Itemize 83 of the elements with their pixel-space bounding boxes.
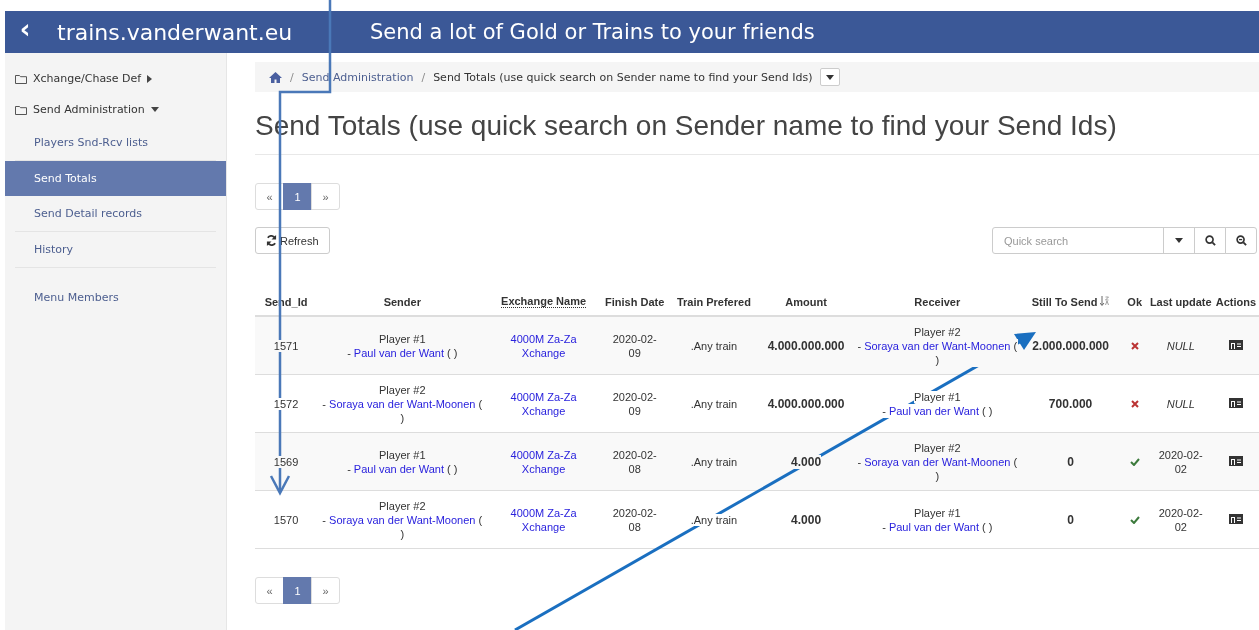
page-button[interactable]: «	[255, 577, 284, 604]
table-cell: 700.000	[1048, 396, 1093, 411]
player-name: - Soraya van der Want-Moonen ( )	[856, 338, 1019, 367]
table-cell: 4.000	[791, 454, 822, 469]
player-label: Player #2	[914, 441, 961, 454]
table-cell: 1571	[273, 339, 299, 352]
column-header[interactable]: Still To Send	[1031, 296, 1110, 308]
table-cell: 2.000.000.000	[1032, 338, 1109, 353]
caret-down-icon	[1175, 238, 1183, 243]
id-card-icon[interactable]	[1228, 513, 1243, 524]
sidebar-item[interactable]: Send Detail records	[15, 196, 216, 232]
caret-down-icon	[826, 74, 835, 80]
table-cell-text: 2020-02-02	[1157, 505, 1204, 534]
table-cell: .Any train	[690, 455, 738, 468]
sidebar-item[interactable]: Menu Members	[15, 280, 216, 315]
player-link[interactable]: Soraya van der Want-Moonen	[864, 339, 1011, 352]
page-button[interactable]: 1	[283, 577, 312, 604]
table-cell: 1572	[273, 397, 299, 410]
folder-icon	[15, 73, 27, 84]
table-cell: 0	[1067, 454, 1074, 469]
table-cell: 1569	[273, 455, 299, 468]
search-field[interactable]: Quick search	[992, 227, 1164, 254]
sidebar-item[interactable]: Xchange/Chase Def	[5, 63, 226, 94]
dropdown-button[interactable]	[820, 68, 841, 86]
table-cell: 4.000.000.000	[767, 338, 845, 353]
refresh-icon	[266, 235, 277, 246]
folder-icon	[15, 104, 27, 115]
table-cell: 1570	[273, 513, 299, 526]
table-cell: .Any train	[690, 339, 738, 352]
sidebar-item[interactable]: Send Totals	[5, 161, 226, 196]
breadcrumb-link[interactable]: Send Administration	[301, 70, 414, 84]
column-header[interactable]: Ok	[1127, 296, 1142, 308]
sidebar-item[interactable]: Send Administration	[5, 94, 226, 125]
column-header[interactable]: Sender	[383, 296, 421, 308]
site-title: trains.vanderwant.eu	[57, 19, 294, 45]
id-card-icon[interactable]	[1228, 397, 1243, 408]
search-icon	[1204, 235, 1216, 246]
page-button[interactable]: »	[311, 183, 340, 210]
player-label: Player #2	[379, 499, 426, 512]
player-link[interactable]: Soraya van der Want-Moonen	[864, 455, 1011, 468]
table-cell: 4.000	[791, 512, 822, 527]
player-link[interactable]: Soraya van der Want-Moonen	[329, 513, 476, 526]
tagline: Send a lot of Gold or Trains to your friends	[370, 20, 815, 44]
breadcrumb-current: Send Totals (use quick search on Sender name to find your Send Ids)	[433, 70, 813, 84]
column-header[interactable]: Amount	[785, 296, 827, 308]
table-cell: 4.000.000.000	[767, 396, 845, 411]
table-cell: NULL	[1166, 397, 1195, 410]
id-card-icon[interactable]	[1228, 339, 1243, 350]
player-link[interactable]: Paul van der Want	[888, 404, 979, 417]
player-link[interactable]: Paul van der Want	[353, 346, 444, 359]
table-cell-text: 2020-02-02	[1157, 447, 1204, 476]
player-label: Player #1	[379, 332, 426, 345]
page-button[interactable]: 1	[283, 183, 312, 210]
column-header[interactable]: Last update	[1149, 296, 1212, 308]
table-cell: .Any train	[690, 513, 738, 526]
table-cell: .Any train	[690, 397, 738, 410]
column-header[interactable]: Receiver	[914, 296, 961, 308]
breadcrumb-separator: /	[290, 70, 294, 84]
player-label: Player #2	[914, 325, 961, 338]
table-cell: 0	[1067, 512, 1074, 527]
table-cell: NULL	[1166, 339, 1195, 352]
column-header[interactable]: Actions	[1215, 296, 1257, 308]
back-button[interactable]: ‹	[5, 16, 45, 42]
player-label: Player #1	[914, 506, 961, 519]
sidebar-item[interactable]: History	[15, 232, 216, 268]
player-link[interactable]: Paul van der Want	[888, 520, 979, 533]
player-label: Player #2	[379, 383, 426, 396]
player-link[interactable]: Paul van der Want	[353, 462, 444, 475]
breadcrumb-separator: /	[421, 70, 426, 84]
player-link[interactable]: Soraya van der Want-Moonen	[329, 397, 476, 410]
player-label: Player #1	[914, 390, 961, 403]
zoom-out-icon	[1235, 235, 1247, 246]
page-button[interactable]: »	[311, 577, 340, 604]
id-card-icon[interactable]	[1228, 455, 1243, 466]
column-header[interactable]: Train Prefered	[676, 296, 751, 308]
sort-icon[interactable]	[1100, 296, 1110, 306]
advanced-search-button[interactable]	[1225, 227, 1257, 254]
home-icon[interactable]	[269, 71, 282, 83]
column-header[interactable]: Finish Date	[605, 296, 665, 308]
player-label: Player #1	[379, 448, 426, 461]
column-header[interactable]: Exchange Name	[501, 295, 587, 308]
refresh-button[interactable]: Refresh	[255, 227, 330, 254]
search-button[interactable]	[1194, 227, 1226, 254]
